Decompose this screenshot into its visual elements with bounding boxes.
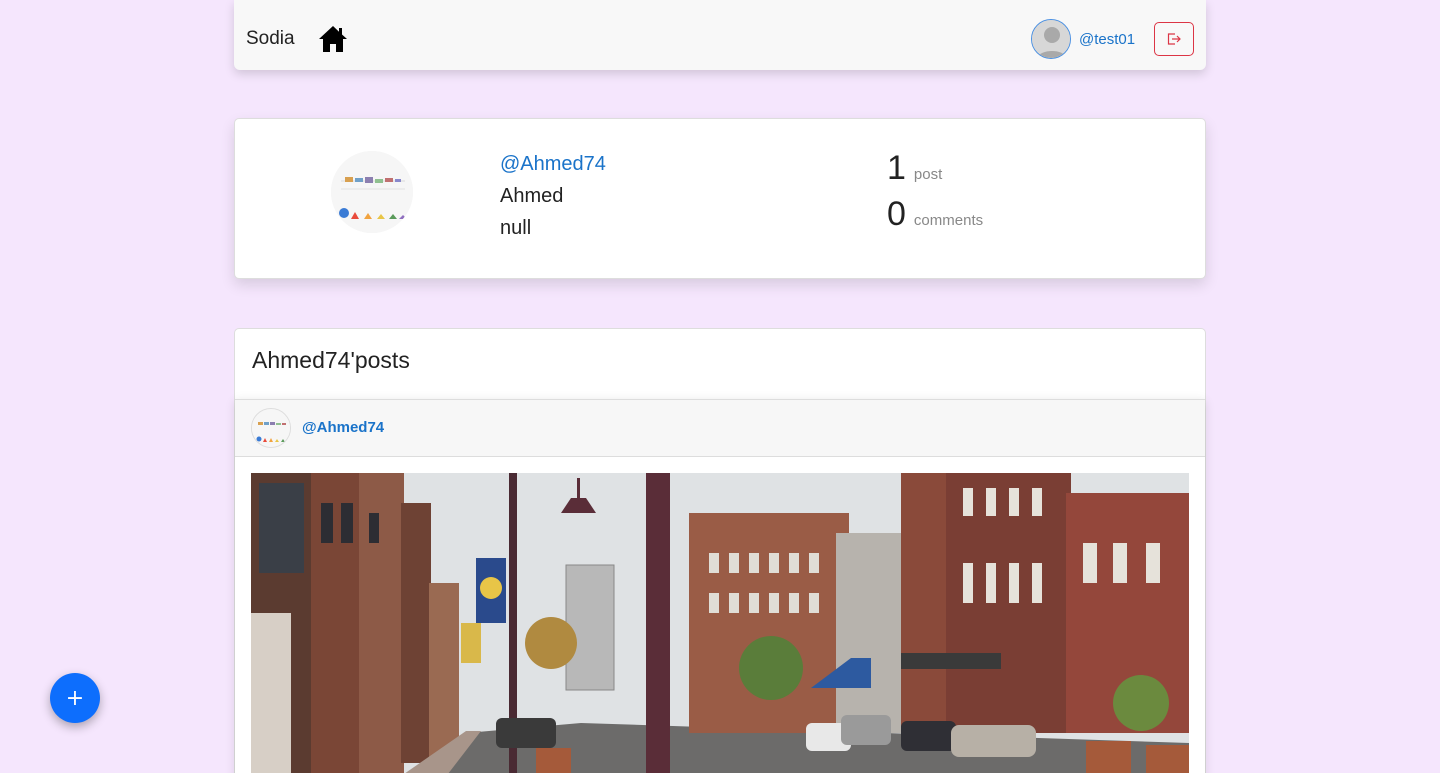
posts-section-title: Ahmed74'posts <box>252 347 410 373</box>
post-author-handle[interactable]: @Ahmed74 <box>302 419 384 436</box>
brand-title[interactable]: Sodia <box>246 28 295 50</box>
posts-count: 1 <box>887 149 906 187</box>
profile-bio: null <box>500 217 532 239</box>
post-header: @Ahmed74 <box>235 400 1205 457</box>
user-avatar[interactable] <box>1031 19 1071 59</box>
profile-card: @Ahmed74 Ahmed null 1 post 0 comments <box>234 118 1206 279</box>
post-card: @Ahmed74 <box>235 399 1205 773</box>
profile-handle[interactable]: @Ahmed74 <box>500 153 606 176</box>
add-post-button[interactable]: + <box>50 673 100 723</box>
post-image[interactable] <box>251 473 1189 773</box>
current-user-handle[interactable]: @test01 <box>1079 31 1135 48</box>
street-photo <box>251 473 1189 773</box>
post-author-avatar[interactable] <box>251 408 291 448</box>
posts-label: post <box>913 166 943 183</box>
navbar: Sodia @test01 <box>234 0 1206 70</box>
posts-stat: 1 post <box>887 149 942 188</box>
logout-button[interactable] <box>1154 22 1194 56</box>
profile-avatar <box>331 151 413 233</box>
posts-section: Ahmed74'posts @Ahmed74 <box>234 328 1206 773</box>
home-icon[interactable] <box>318 25 348 53</box>
author-avatar-image <box>252 409 290 447</box>
comments-count: 0 <box>887 195 906 233</box>
comments-stat: 0 comments <box>887 195 983 234</box>
comments-label: comments <box>913 212 984 229</box>
avatar-placeholder-icon <box>1032 20 1070 58</box>
profile-avatar-image <box>331 151 413 233</box>
profile-name: Ahmed <box>500 185 564 207</box>
logout-icon <box>1167 33 1181 45</box>
